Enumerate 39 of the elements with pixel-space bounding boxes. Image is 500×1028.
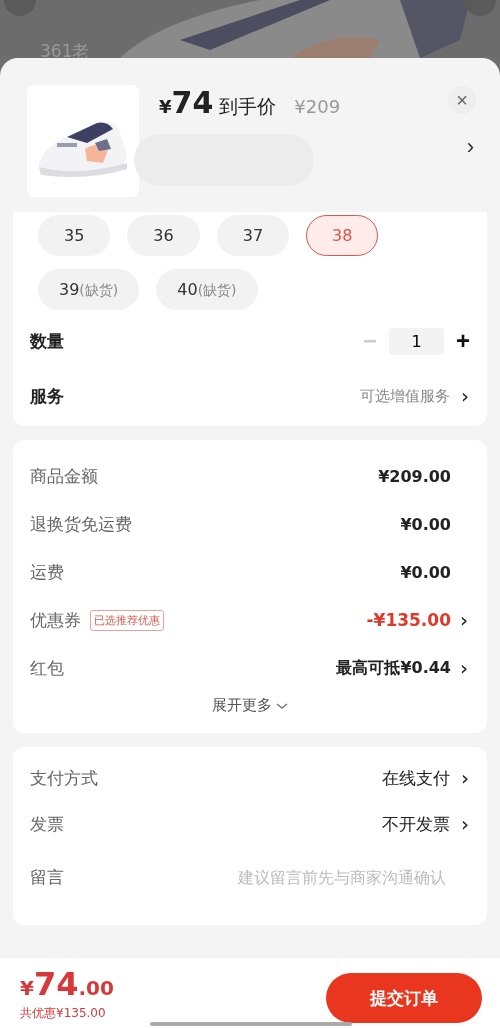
plus-button[interactable]: +: [456, 327, 470, 355]
quantity-label: 数量: [30, 329, 64, 353]
cost-label: 商品金额: [30, 464, 98, 488]
cost-value: ¥0.00: [400, 514, 451, 534]
final-price: 74: [171, 85, 214, 120]
quantity-field[interactable]: 1: [389, 327, 444, 355]
original-price: ¥209: [294, 96, 341, 117]
price-label: 到手价: [219, 94, 277, 119]
service-label: 服务: [30, 384, 64, 408]
close-button[interactable]: ×: [448, 86, 476, 114]
coupon-tag: 已选推荐优惠: [90, 609, 164, 631]
expand-more-button[interactable]: 展开更多: [212, 692, 288, 733]
cost-label: 红包: [30, 656, 64, 680]
cost-value: ¥209.00: [378, 466, 451, 486]
cost-label: 优惠券: [30, 608, 81, 632]
option-label: 发票: [30, 812, 64, 836]
option-link[interactable]: 在线支付 ›: [382, 766, 470, 790]
service-link[interactable]: 可选增值服务 ›: [360, 384, 470, 408]
size-option[interactable]: 38: [306, 215, 379, 256]
size-option[interactable]: 39(缺货): [38, 269, 140, 310]
cost-value: 最高可抵¥0.44: [336, 657, 451, 679]
option-label: 支付方式: [30, 766, 98, 790]
cost-value: -¥135.00: [366, 610, 451, 630]
size-option[interactable]: 40(缺货): [156, 269, 258, 310]
currency-sign: ¥: [159, 96, 172, 117]
total-discount: 共优惠¥135.00: [20, 1004, 107, 1022]
size-option[interactable]: 37: [216, 215, 290, 256]
size-option[interactable]: 36: [127, 215, 200, 256]
cost-value: ¥0.00: [400, 562, 451, 582]
option-label: 留言: [30, 865, 64, 889]
cost-label: 退换货免运费: [30, 512, 132, 536]
arrow-icon[interactable]: ›: [460, 656, 470, 680]
cost-label: 运费: [30, 560, 64, 584]
option-link[interactable]: 不开发票 ›: [382, 812, 470, 836]
total-price: ¥74.00: [20, 964, 114, 1003]
size-option[interactable]: 35: [38, 215, 111, 256]
chevron-down-icon: [276, 701, 288, 710]
submit-order-button[interactable]: 提交订单: [326, 973, 482, 1023]
arrow-icon[interactable]: ›: [460, 608, 470, 632]
